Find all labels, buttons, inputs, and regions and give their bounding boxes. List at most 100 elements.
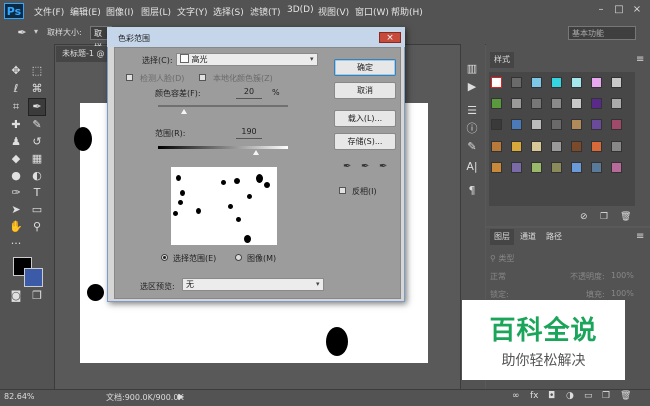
quick-selection-tool-icon[interactable]: ⌘ [29,81,45,97]
localized-clusters-checkbox[interactable] [199,74,206,81]
style-swatch[interactable] [511,119,522,130]
clone-stamp-tool-icon[interactable]: ♟ [8,134,24,150]
style-swatch[interactable] [531,141,542,152]
style-swatch[interactable] [591,98,602,109]
style-swatch[interactable] [551,162,562,173]
menu-select[interactable]: 选择(S) [213,5,244,18]
menu-help[interactable]: 帮助(H) [391,5,423,18]
filter-kind-select[interactable]: ⚲ 类型 [490,253,514,264]
clear-style-icon[interactable]: ⊘ [580,212,588,222]
style-swatch[interactable] [571,77,582,88]
new-layer-icon[interactable]: ❐ [602,391,610,401]
layer-mask-icon[interactable]: ◘ [548,391,555,401]
style-swatch[interactable] [551,98,562,109]
menu-window[interactable]: 窗口(W) [355,5,389,18]
ok-button[interactable]: 确定 [334,59,396,76]
tab-channels[interactable]: 通道 [516,229,540,245]
blur-tool-icon[interactable]: ● [8,168,24,184]
screen-mode-icon[interactable]: ❐ [29,288,45,304]
move-tool-icon[interactable]: ✥ [8,63,24,79]
load-button[interactable]: 载入(L)... [334,110,396,127]
gradient-tool-icon[interactable]: ▦ [29,151,45,167]
new-style-icon[interactable]: ❐ [600,212,608,222]
close-window-button[interactable]: × [630,4,644,16]
style-swatch[interactable] [611,119,622,130]
style-swatch[interactable] [531,77,542,88]
fill-value[interactable]: 100% [611,289,634,298]
marquee-tool-icon[interactable]: ⬚ [29,63,45,79]
range-slider-track[interactable] [158,146,288,149]
crop-tool-icon[interactable]: ⌗ [8,99,24,115]
style-swatch[interactable] [571,119,582,130]
eyedropper-tool-preset-icon[interactable]: ✒ [14,25,30,41]
style-swatch[interactable] [611,77,622,88]
menu-3d[interactable]: 3D(D) [287,5,314,15]
dialog-close-button[interactable]: × [379,32,401,43]
style-swatch[interactable] [611,98,622,109]
style-swatch[interactable] [491,98,502,109]
zoom-tool-icon[interactable]: ⚲ [29,219,45,235]
play-icon[interactable]: ▶ [465,80,479,94]
style-none-swatch[interactable] [491,77,502,88]
eyedropper-plus-icon[interactable]: ✒ [361,161,369,172]
pen-tool-icon[interactable]: ✑ [8,185,24,201]
tab-layers[interactable]: 图层 [490,229,514,245]
layer-style-fx-icon[interactable]: fx [530,391,539,401]
range-input[interactable]: 190 [236,127,262,139]
lasso-tool-icon[interactable]: ℓ [8,81,24,97]
selection-preview-select[interactable]: 无 [182,278,324,291]
new-group-icon[interactable]: ▭ [584,391,593,401]
style-swatch[interactable] [511,162,522,173]
fuzziness-slider-thumb[interactable] [181,109,187,114]
menu-edit[interactable]: 编辑(E) [70,5,101,18]
dodge-tool-icon[interactable]: ◐ [29,168,45,184]
maximize-button[interactable]: □ [612,4,626,16]
save-button[interactable]: 存储(S)... [334,133,396,150]
info-icon[interactable]: ⓘ [465,122,479,136]
workspace-select[interactable]: 基本功能 [568,26,636,40]
tab-paths[interactable]: 路径 [542,229,566,245]
minimize-button[interactable]: – [594,4,608,16]
hand-tool-icon[interactable]: ✋ [8,219,24,235]
style-swatch[interactable] [571,162,582,173]
style-swatch[interactable] [571,98,582,109]
style-swatch[interactable] [611,162,622,173]
invert-checkbox[interactable] [339,187,346,194]
link-layers-icon[interactable]: ∞ [512,391,520,401]
path-selection-tool-icon[interactable]: ➤ [8,202,24,218]
style-swatch[interactable] [611,141,622,152]
type-tool-icon[interactable]: T [29,185,45,201]
range-slider-thumb[interactable] [252,150,259,155]
style-swatch[interactable] [531,98,542,109]
eyedropper-icon[interactable]: ✒ [343,161,351,172]
histogram-icon[interactable]: ▥ [465,62,479,76]
eraser-tool-icon[interactable]: ◆ [8,151,24,167]
menu-filter[interactable]: 滤镜(T) [250,5,281,18]
radio-selection[interactable] [161,254,168,261]
select-dropdown[interactable]: 高光 [176,53,318,66]
menu-layer[interactable]: 图层(L) [141,5,171,18]
cancel-button[interactable]: 取消 [334,82,396,99]
detect-faces-checkbox[interactable] [126,74,133,81]
style-swatch[interactable] [571,141,582,152]
style-swatch[interactable] [531,162,542,173]
zoom-level[interactable]: 82.64% [4,392,35,401]
brush-preset-icon[interactable]: ✎ [465,140,479,154]
style-swatch[interactable] [591,119,602,130]
brush-tool-icon[interactable]: ✎ [29,117,45,133]
healing-brush-tool-icon[interactable]: ✚ [8,117,24,133]
rectangle-tool-icon[interactable]: ▭ [29,202,45,218]
menu-file[interactable]: 文件(F) [34,5,64,18]
eyedropper-minus-icon[interactable]: ✒ [379,161,387,172]
style-swatch[interactable] [511,98,522,109]
style-swatch[interactable] [511,77,522,88]
style-swatch[interactable] [491,162,502,173]
fuzziness-slider-track[interactable] [158,105,288,107]
menu-type[interactable]: 文字(Y) [177,5,208,18]
character-icon[interactable]: A| [465,160,479,174]
delete-style-icon[interactable]: 🗑 [620,212,631,222]
radio-image[interactable] [235,254,242,261]
opacity-value[interactable]: 100% [611,271,634,280]
panel-menu-icon[interactable]: ≡ [636,231,644,242]
delete-layer-icon[interactable]: 🗑 [620,391,631,401]
